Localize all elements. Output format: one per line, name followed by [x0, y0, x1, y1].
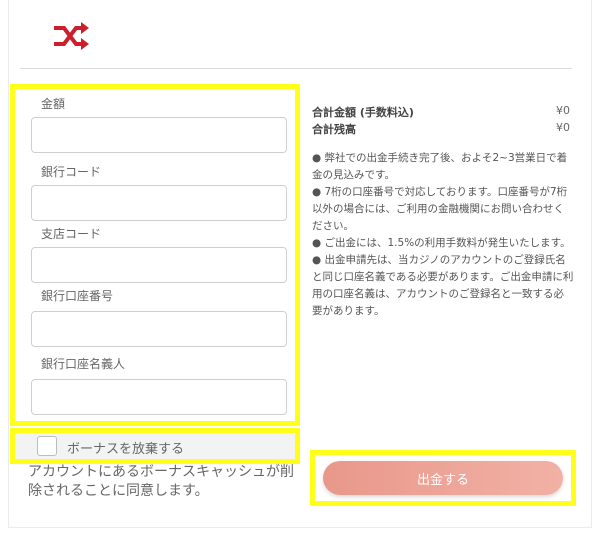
header-divider — [20, 68, 572, 69]
bonus-note: アカウントにあるボーナスキャッシュが削除されることに同意します。 — [28, 464, 294, 499]
total-balance-label: 合計残高 — [312, 123, 356, 136]
note-item: ● 7桁の口座番号で対応しております。口座番号が7桁以外の場合には、ご利用の金融… — [312, 186, 568, 232]
note-item: ● ご出金には、1.5%の利用手数料が発生いたします。 — [312, 237, 571, 249]
bank-code-input[interactable] — [31, 185, 287, 221]
account-holder-input[interactable] — [31, 379, 287, 415]
branch-code-input[interactable] — [31, 247, 287, 283]
shuffle-icon — [54, 22, 89, 50]
note-item: ● 出金申請先は、当カジノのアカウントのご登録氏名と同じ口座名義である必要があり… — [312, 254, 574, 317]
submit-area: 出金する — [310, 450, 576, 506]
account-number-label: 銀行口座番号 — [41, 289, 114, 303]
bank-code-label: 銀行コード — [41, 165, 102, 179]
account-number-input[interactable] — [31, 311, 287, 347]
total-amount-label: 合計金額 (手数料込) — [312, 106, 414, 119]
amount-label: 金額 — [41, 97, 66, 111]
forfeit-bonus-label[interactable]: ボーナスを放棄する — [67, 438, 184, 457]
total-balance-row: 合計残高 ¥0 — [312, 121, 570, 137]
account-holder-label: 銀行口座名義人 — [41, 357, 126, 371]
note-item: ● 弊社での出金手続き完了後、およそ2~3営業日で着金の見込みです。 — [312, 152, 568, 181]
bank-form: 金額 銀行コード 支店コード 銀行口座番号 銀行口座名義人 — [10, 84, 300, 426]
withdraw-button[interactable]: 出金する — [323, 461, 563, 495]
amount-input[interactable] — [31, 117, 287, 153]
total-amount-value: ¥0 — [556, 104, 570, 117]
forfeit-bonus-checkbox[interactable] — [37, 436, 57, 456]
withdrawal-notes: ● 弊社での出金手続き完了後、およそ2~3営業日で着金の見込みです。 ● 7桁の… — [312, 150, 574, 320]
total-balance-value: ¥0 — [556, 121, 570, 134]
bonus-option: ボーナスを放棄する — [10, 428, 300, 464]
total-amount-row: 合計金額 (手数料込) ¥0 — [312, 104, 570, 120]
branch-code-label: 支店コード — [41, 227, 102, 241]
